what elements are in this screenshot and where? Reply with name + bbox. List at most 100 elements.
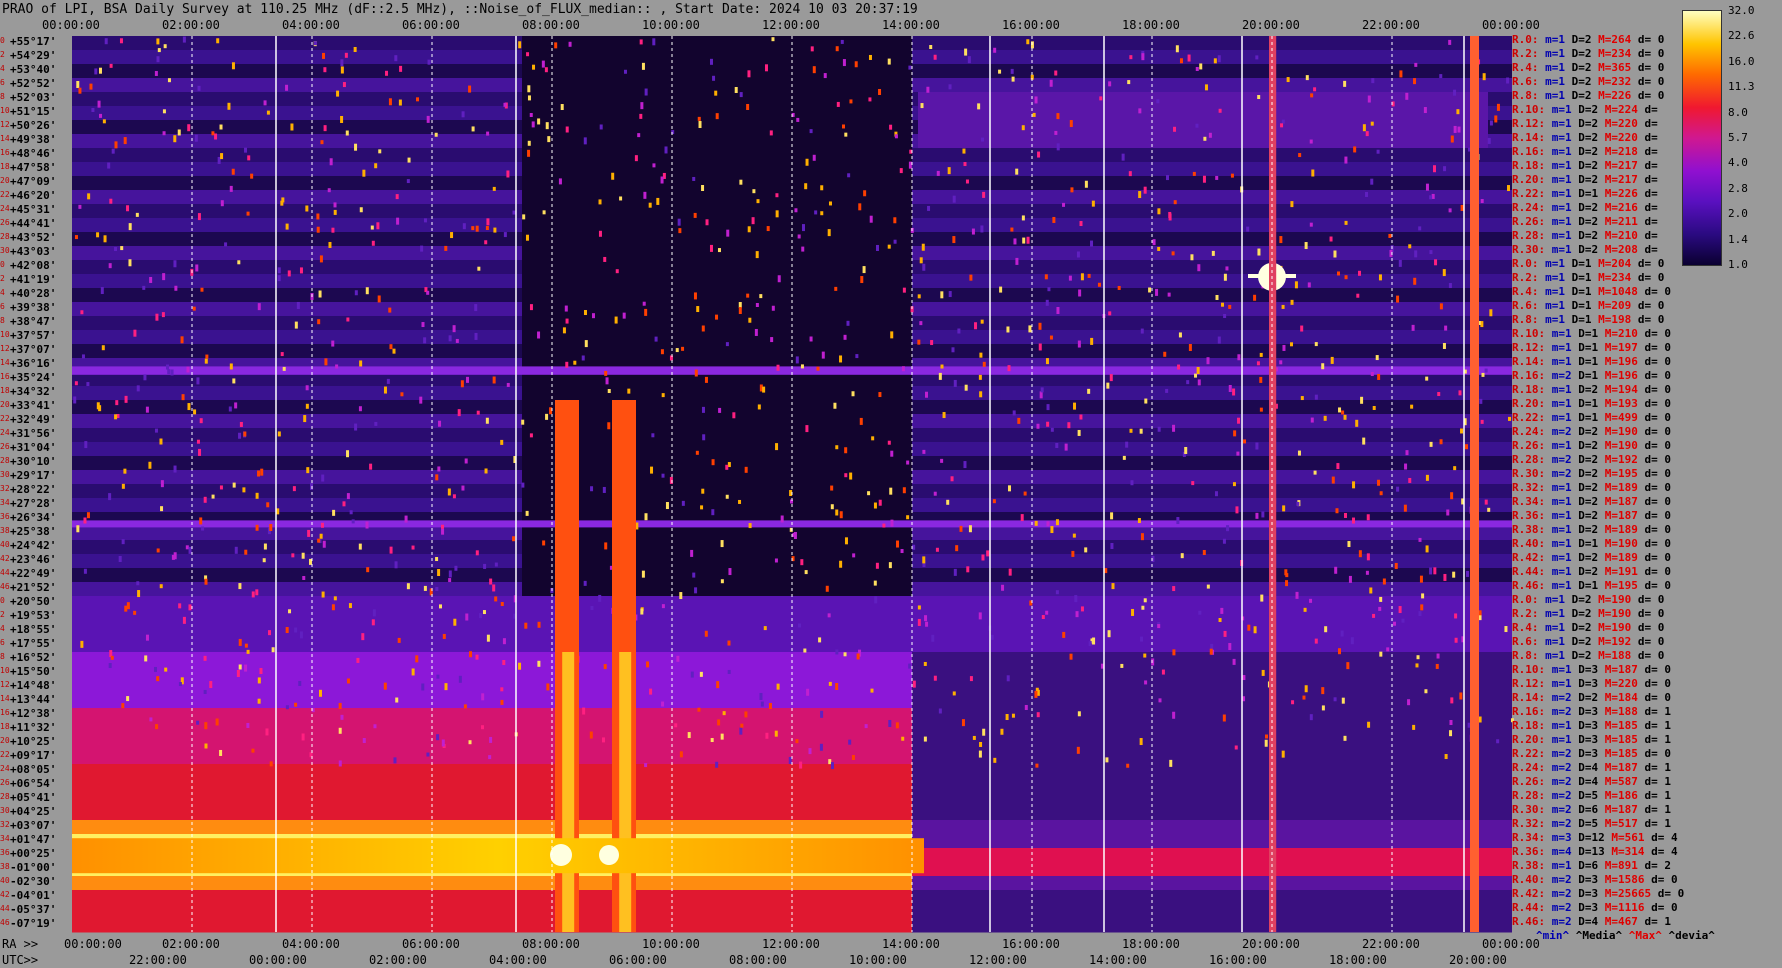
stats-median: D=12 <box>1578 831 1612 844</box>
speckle <box>1072 533 1076 538</box>
speckle <box>739 727 743 735</box>
speckle <box>812 66 816 74</box>
speckle <box>1425 474 1429 481</box>
stats-row: R.16: m=2 D=3 M=188 d= 1 <box>1512 706 1671 718</box>
speckle <box>919 257 923 264</box>
heatmap-row <box>912 540 1512 555</box>
speckle <box>346 317 350 322</box>
speckle <box>319 689 323 697</box>
stats-row-label: R.38: <box>1512 859 1552 872</box>
heatmap-row <box>912 50 1512 65</box>
speckle <box>1192 171 1196 176</box>
speckle <box>153 666 157 672</box>
speckle <box>1259 376 1263 383</box>
speckle <box>1237 354 1241 361</box>
speckle <box>1109 374 1113 382</box>
speckle <box>423 337 427 344</box>
speckle <box>947 167 951 175</box>
speckle <box>851 755 855 761</box>
stats-median: D=3 <box>1578 719 1605 732</box>
stats-devia: d= <box>1644 117 1658 130</box>
speckle <box>1457 126 1461 133</box>
speckle <box>1139 428 1143 434</box>
speckle <box>1204 84 1208 91</box>
speckle <box>1056 306 1060 314</box>
utc-axis-label: UTC>> <box>2 953 39 967</box>
speckle <box>990 634 994 640</box>
stats-max: M=190 <box>1598 593 1638 606</box>
stats-max: M=187 <box>1604 761 1645 774</box>
stats-devia: d= 0 <box>1637 89 1665 102</box>
dec-tick-label: +40°28' <box>10 287 57 300</box>
speckle <box>1401 618 1405 623</box>
dec-tick-label: +25°38' <box>10 525 57 538</box>
speckle <box>340 115 344 123</box>
speckle <box>1429 250 1433 255</box>
stats-row: R.42: m=2 D=3 M=25665 d= 0 <box>1512 888 1684 900</box>
speckle <box>844 132 848 137</box>
speckle <box>216 38 220 44</box>
speckle <box>1333 250 1337 258</box>
ra-tick-label: 02:00:00 <box>162 937 220 951</box>
top-tick-label: 14:00:00 <box>882 18 940 32</box>
stats-max: M=190 <box>1604 425 1645 438</box>
speckle <box>1209 648 1213 655</box>
stats-row-label: R.12: <box>1512 117 1552 130</box>
speckle <box>771 37 775 42</box>
speckle <box>808 748 812 755</box>
speckle <box>565 361 569 368</box>
speckle <box>738 499 742 504</box>
stats-devia: d= 0 <box>1637 33 1665 46</box>
speckle <box>776 364 780 371</box>
heatmap-row <box>912 414 1512 429</box>
speckle <box>766 226 770 232</box>
stats-devia: d= 0 <box>1644 747 1672 760</box>
speckle <box>752 189 756 194</box>
heatmap-row <box>912 610 1512 625</box>
speckle <box>704 376 708 383</box>
speckle <box>1416 655 1420 660</box>
stats-row-label: R.42: <box>1512 887 1552 900</box>
speckle <box>694 587 698 594</box>
heatmap-row <box>72 596 912 611</box>
speckle <box>1141 53 1145 61</box>
speckle <box>1054 70 1058 76</box>
speckle <box>481 693 485 701</box>
speckle <box>220 200 224 207</box>
speckle <box>1226 525 1230 532</box>
speckle <box>1045 358 1049 365</box>
stats-max: M=1586 <box>1604 873 1652 886</box>
speckle <box>336 90 340 97</box>
heatmap-row <box>912 428 1512 443</box>
speckle <box>1311 169 1315 177</box>
speckle <box>1237 417 1241 424</box>
speckle <box>506 170 510 178</box>
speckle <box>468 85 472 93</box>
dec-tick-label: +18°55' <box>10 623 57 636</box>
row-number-label: 0 <box>0 596 5 605</box>
speckle <box>1466 570 1470 577</box>
stats-row: R.32: m=1 D=2 M=189 d= 0 <box>1512 482 1671 494</box>
speckle <box>1246 226 1250 232</box>
speckle <box>204 722 208 730</box>
speckle <box>1377 373 1381 380</box>
speckle <box>726 229 730 237</box>
speckle <box>1367 95 1371 103</box>
speckle <box>1049 335 1053 340</box>
heatmap-row <box>912 750 1512 765</box>
stats-min: m=1 <box>1545 313 1572 326</box>
dec-tick-label: +41°19' <box>10 273 57 286</box>
stats-max: M=188 <box>1604 705 1645 718</box>
speckle <box>890 450 894 457</box>
stats-median: D=2 <box>1571 607 1599 620</box>
speckle <box>701 184 705 191</box>
speckle <box>1353 146 1357 153</box>
speckle <box>1203 136 1207 141</box>
speckle <box>870 688 874 693</box>
speckle <box>1036 712 1040 718</box>
speckle <box>365 287 369 295</box>
speckle <box>265 728 269 736</box>
speckle <box>873 580 877 586</box>
speckle <box>868 97 872 102</box>
speckle <box>522 214 526 220</box>
